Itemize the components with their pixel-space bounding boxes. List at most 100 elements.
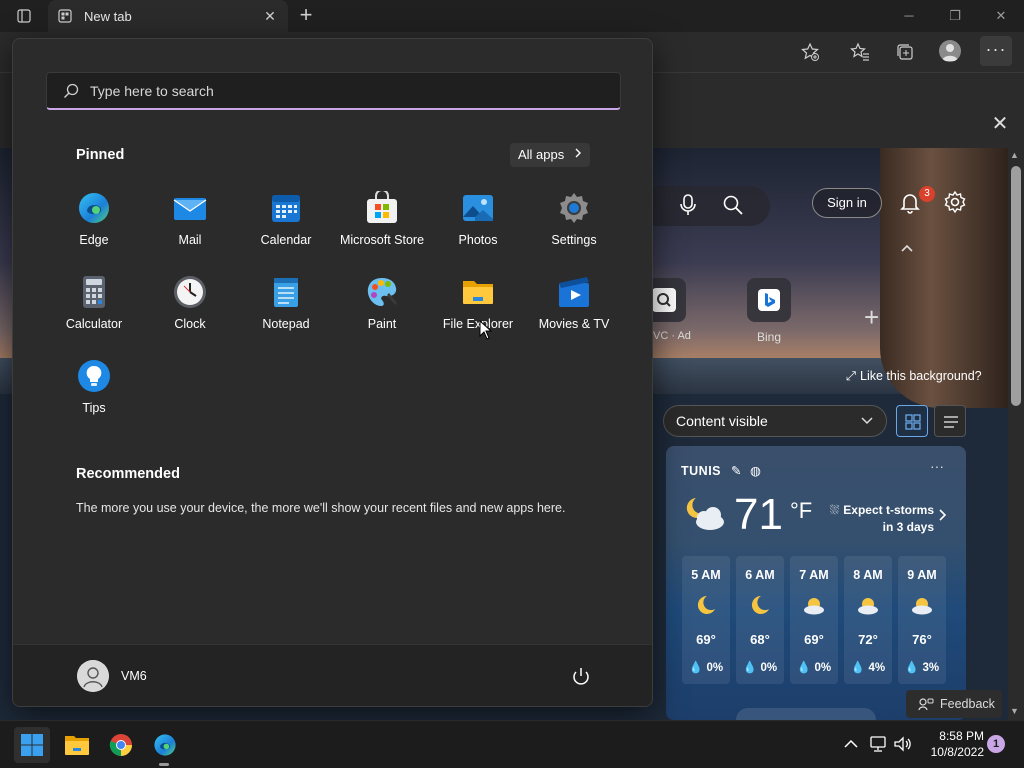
hourly-forecast[interactable]: 8 AM 72° 💧 4% [844,556,892,684]
add-favorite-icon[interactable] [798,40,822,64]
microphone-icon[interactable] [677,192,699,218]
hour-precip-value: 0% [760,662,778,674]
pinned-app-microsoft-store[interactable]: Microsoft Store [334,183,430,255]
hourly-forecast[interactable]: 6 AM 68° 💧 0% [736,556,784,684]
hour-precip-value: 0% [706,662,724,674]
weather-card[interactable]: TUNIS ✎ ◍ ··· 71 °F ⛆ Expect t-storms in … [666,446,966,720]
hour-precip-value: 4% [868,662,886,674]
tab-close-icon[interactable]: ✕ [262,8,278,24]
settings-more-button[interactable]: ··· [980,36,1012,66]
storm-icon: ⛆ [829,503,840,517]
partly-cloudy-icon [803,594,825,616]
quick-link-bing[interactable] [747,278,791,322]
scroll-up-arrow-icon[interactable]: ▲ [1010,150,1019,160]
globe-icon[interactable]: ◍ [750,464,761,478]
temperature-unit: °F [790,498,813,523]
all-apps-button[interactable]: All apps [510,143,590,167]
user-avatar[interactable] [77,660,109,692]
pinned-app-photos[interactable]: Photos [430,183,526,255]
hour-time: 7 AM [799,568,829,582]
scrollbar-thumb[interactable] [1011,166,1021,406]
recommended-section-title: Recommended [76,466,180,482]
add-quick-link-icon[interactable]: + [864,302,879,333]
sign-in-button[interactable]: Sign in [812,188,882,218]
file-explorer-icon[interactable] [59,727,95,763]
pinned-app-paint[interactable]: Paint [334,267,430,339]
like-background-link[interactable]: ⤢ Like this background? [846,369,982,384]
paint-icon [365,275,399,309]
hour-temp: 68° [750,632,770,647]
hour-precip: 💧 3% [898,660,946,674]
profile-avatar-icon[interactable] [939,40,961,62]
hour-temp: 69° [804,632,824,647]
network-icon[interactable] [868,735,888,753]
show-hidden-icons-chevron-icon[interactable] [842,735,860,753]
hourly-forecast[interactable]: 5 AM 69° 💧 0% [682,556,730,684]
volume-icon[interactable] [893,735,913,753]
pinned-app-calculator[interactable]: Calculator [46,267,142,339]
taskbar-date[interactable]: 10/8/2022 [920,745,984,759]
edge-icon[interactable] [147,727,183,763]
start-search-box[interactable] [46,72,621,110]
hourly-forecast[interactable]: 7 AM 69° 💧 0% [790,556,838,684]
list-layout-button[interactable] [934,405,966,437]
current-temperature: 71 [734,490,783,539]
collapse-chevron-icon[interactable] [900,240,918,252]
user-name[interactable]: VM6 [121,669,147,683]
calculator-icon [77,275,111,309]
edit-pencil-icon[interactable]: ✎ [731,464,742,478]
window-close-button[interactable]: ✕ [978,4,1024,28]
browser-title-bar: New tab ✕ + ─ ❐ ✕ [0,0,1024,32]
pinned-app-tips[interactable]: Tips [46,351,142,423]
start-menu-footer: VM6 [13,644,652,706]
weather-city-label: TUNIS [681,464,721,478]
see-full-forecast-button[interactable] [736,708,876,720]
quick-link-label: VC · Ad [653,330,691,342]
pinned-app-settings[interactable]: Settings [526,183,622,255]
search-icon[interactable] [722,192,744,218]
feedback-button[interactable]: Feedback [906,690,1002,718]
all-apps-label: All apps [518,147,565,162]
page-settings-gear-icon[interactable] [943,190,967,214]
tab-actions-icon[interactable] [12,6,36,26]
pinned-app-movies-tv[interactable]: Movies & TV [526,267,622,339]
start-icon[interactable] [14,727,50,763]
chevron-down-icon [860,413,874,430]
favorites-icon[interactable] [848,40,872,64]
minimize-button[interactable]: ─ [886,4,932,28]
pinned-app-calendar[interactable]: Calendar [238,183,334,255]
hourly-forecast[interactable]: 9 AM 76° 💧 3% [898,556,946,684]
content-visibility-select[interactable]: Content visible [663,405,887,437]
grid-layout-button[interactable] [896,405,928,437]
weather-alert[interactable]: ⛆ Expect t-storms in 3 days [828,502,934,536]
power-icon[interactable] [569,665,593,689]
chrome-icon[interactable] [103,727,139,763]
notification-center-badge[interactable]: 1 [987,735,1005,753]
scroll-down-arrow-icon[interactable]: ▼ [1010,706,1019,716]
app-label: Tips [82,401,106,415]
hour-time: 9 AM [907,568,937,582]
pinned-app-notepad[interactable]: Notepad [238,267,334,339]
settings-icon [557,191,591,225]
moon-cloud-icon [682,494,728,534]
tips-icon [77,359,111,393]
hour-temp: 69° [696,632,716,647]
chevron-right-icon [937,509,947,524]
search-icon [63,83,79,99]
infobar-close-icon[interactable]: ✕ [990,114,1010,135]
start-search-input[interactable] [90,81,590,101]
weather-more-icon[interactable]: ··· [930,458,944,474]
new-tab-button[interactable]: + [294,4,318,28]
pinned-app-mail[interactable]: Mail [142,183,238,255]
hour-precip-value: 3% [922,662,940,674]
pinned-app-file-explorer[interactable]: File Explorer [430,267,526,339]
taskbar-time[interactable]: 8:58 PM [928,729,984,743]
content-select-value: Content visible [676,413,768,429]
restore-button[interactable]: ❐ [932,4,978,28]
droplet-icon: 💧 [850,662,866,674]
pinned-app-edge[interactable]: Edge [46,183,142,255]
browser-tab[interactable]: New tab ✕ [48,0,288,32]
collections-icon[interactable] [893,40,917,64]
pinned-app-clock[interactable]: Clock [142,267,238,339]
notepad-icon [269,275,303,309]
